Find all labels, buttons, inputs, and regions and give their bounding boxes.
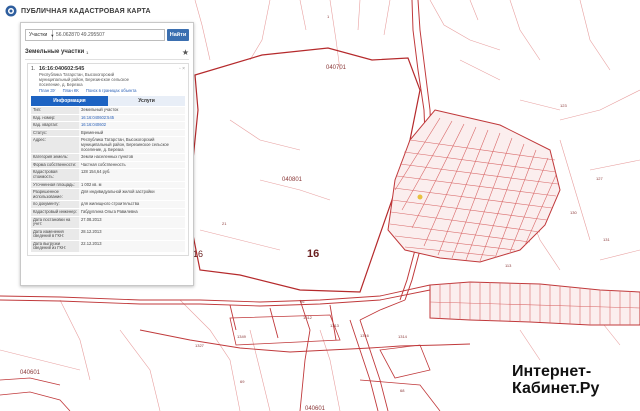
attribute-value: Габдуллина Ольга Равилевна (79, 208, 185, 216)
rosreestr-logo-icon (4, 4, 18, 18)
search-input[interactable]: 56.062870 49.295507 (53, 29, 165, 41)
attribute-value[interactable]: 16:16:040602 (79, 122, 185, 129)
tab-bar: Информация Услуги (31, 96, 185, 106)
attribute-key: Статус: (31, 129, 79, 137)
watermark-line: Интернет- (512, 363, 592, 380)
attribute-key: Разрешенное использование: (31, 189, 79, 201)
quarter-label-040601-south: 040601 (305, 406, 326, 411)
result-index: 1. (31, 66, 36, 72)
parcel-number: 1314 (398, 334, 408, 339)
attribute-key: Адрес: (31, 137, 79, 154)
parcel-number: 68 (400, 388, 405, 393)
attribute-value: для жилищного строительства (79, 201, 185, 208)
attribute-value: Для индивидуальной жилой застройки (79, 189, 185, 201)
quarter-label-040601: 040601 (20, 370, 41, 376)
attribute-key: Тип: (31, 107, 79, 114)
link-quarter-plan[interactable]: План КК (63, 88, 79, 93)
watermark-line: Кабинет.Ру (512, 380, 600, 397)
parcel-number: 113 (505, 263, 512, 268)
attribute-row: по документу: для жилищного строительства (31, 201, 185, 209)
attribute-value: 27.08.2013 (79, 216, 185, 228)
parcel-number: 131 (603, 237, 610, 242)
attribute-row: Статус: Временный (31, 129, 185, 138)
search-bar: Участки ▼ 56.062870 49.295507 Найти (25, 27, 189, 43)
parcel-number: 130 (570, 210, 577, 215)
info-panel: Участки ▼ 56.062870 49.295507 Найти Земе… (20, 22, 194, 286)
results-title: Земельные участки (25, 49, 85, 55)
attribute-row: Кадастровая стоимость: 128 154,64 руб. (31, 169, 185, 182)
attribute-key: Уточненная площадь: (31, 181, 79, 189)
search-mode-select[interactable]: Участки ▼ (25, 29, 54, 41)
attribute-row: Кадастровый инженер: Габдуллина Ольга Рав… (31, 208, 185, 217)
attribute-value: Частная собственность (79, 161, 185, 169)
parcel-number: 1313 (330, 323, 340, 328)
parcel-attributes: Тип: Земельный участок Кад. номер: 16:16:04… (31, 107, 185, 254)
attribute-value: 128 154,64 руб. (79, 169, 185, 181)
attribute-row: Дата постановки на учет: 27.08.2013 (31, 216, 185, 229)
attribute-row: Категория земель: Земли населенных пункто… (31, 154, 185, 162)
attribute-key: Кадастровый инженер: (31, 208, 79, 216)
attribute-row: Дата выгрузки сведений из ГКН: 22.12.2013 (31, 240, 185, 254)
results-count: 1 (86, 49, 89, 55)
attribute-row: Форма собственности: Частная собственност… (31, 161, 185, 170)
attribute-row: Кад. номер: 16:16:040602:545 (31, 114, 185, 123)
district-label-16: 16 (307, 248, 319, 260)
attribute-value: Земельный участок (79, 107, 185, 114)
address-line: поселение, д. Березка (39, 82, 83, 87)
parcel-number: 96 (300, 299, 305, 304)
close-icon[interactable]: × (182, 66, 185, 72)
attribute-row: Уточненная площадь: 1 002 кв. м (31, 181, 185, 190)
parcel-card: 1. 16:16:040602:545 Республика Татарстан… (27, 63, 189, 257)
attribute-key: Кад. номер: (31, 114, 79, 122)
find-button[interactable]: Найти (167, 29, 189, 41)
parcel-number: 1316 (360, 333, 370, 338)
link-parcel-plan[interactable]: План ЗУ (39, 88, 55, 93)
pin-icon[interactable]: ◦ (179, 66, 181, 72)
parcel-number: 1312 (303, 315, 313, 320)
attribute-key: Дата постановки на учет: (31, 216, 79, 228)
quarter-label-040701: 040701 (326, 65, 347, 71)
attribute-value: Земли населенных пунктов (79, 154, 185, 161)
parcel-links: План ЗУ План КК Поиск в границах объекта (39, 88, 179, 93)
parcel-number: 21 (222, 221, 227, 226)
app-header: ПУБЛИЧНАЯ КАДАСТРОВАЯ КАРТА (0, 0, 190, 22)
attribute-row: Кад. квартал: 16:16:040602 (31, 122, 185, 130)
tab-services[interactable]: Услуги (108, 96, 185, 106)
attribute-value: 22.12.2013 (79, 240, 185, 253)
link-search-in-bounds[interactable]: Поиск в границах объекта (86, 88, 137, 93)
attribute-value[interactable]: 16:16:040602:545 (79, 114, 185, 122)
parcel-number: 1327 (195, 343, 205, 348)
attribute-key: Категория земель: (31, 154, 79, 161)
attribute-row: Разрешенное использование: Для индивидуал… (31, 189, 185, 202)
parcel-number: 69 (240, 379, 245, 384)
parcel-number: 123 (560, 103, 567, 108)
attribute-row: Тип: Земельный участок (31, 107, 185, 115)
parcel-number: 1349 (237, 334, 247, 339)
attribute-value: Временный (79, 129, 185, 137)
star-icon[interactable]: ★ (182, 48, 189, 57)
search-mode-value: Участки (29, 32, 48, 38)
attribute-key: Форма собственности: (31, 161, 79, 169)
attribute-value: 28.12.2013 (79, 228, 185, 240)
attribute-value: Республика Татарстан, Высокогорский муни… (79, 137, 185, 154)
parcel-number: 127 (596, 176, 603, 181)
attribute-value: 1 002 кв. м (79, 181, 185, 189)
attribute-row: Адрес: Республика Татарстан, Высокогорски… (31, 137, 185, 155)
app-title: ПУБЛИЧНАЯ КАДАСТРОВАЯ КАРТА (21, 7, 151, 15)
results-header: Земельные участки 1 ★ (25, 45, 189, 60)
district-label-16-west: 16 (193, 249, 203, 259)
attribute-key: Дата выгрузки сведений из ГКН: (31, 240, 79, 253)
watermark: Интернет- Кабинет.Ру (512, 363, 634, 403)
attribute-row: Дата изменения сведений в ГКН: 28.12.2013 (31, 228, 185, 241)
attribute-key: по документу: (31, 201, 79, 208)
attribute-key: Кадастровая стоимость: (31, 169, 79, 181)
attribute-key: Дата изменения сведений в ГКН: (31, 228, 79, 240)
card-actions: ◦ × (179, 66, 185, 93)
tab-information[interactable]: Информация (31, 96, 108, 106)
quarter-label-040801: 040801 (282, 177, 303, 183)
attribute-key: Кад. квартал: (31, 122, 79, 129)
